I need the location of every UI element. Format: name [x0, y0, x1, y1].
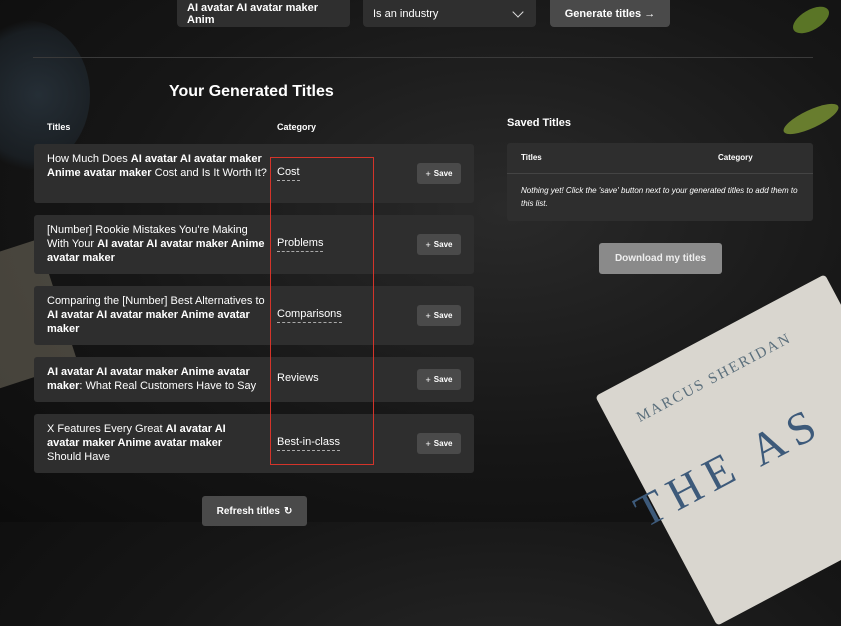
save-button[interactable]: + Save — [417, 163, 461, 184]
plus-icon: + — [425, 239, 431, 250]
title-row: [Number] Rookie Mistakes You're Making W… — [34, 215, 474, 274]
saved-column-titles: Titles — [521, 153, 542, 162]
industry-select[interactable]: Is an industry — [363, 0, 536, 27]
save-button[interactable]: + Save — [417, 234, 461, 255]
generated-titles-heading: Your Generated Titles — [169, 83, 334, 100]
category-label[interactable]: Cost — [277, 166, 300, 181]
keyword-input-value: AI avatar AI avatar maker Anim — [187, 1, 319, 26]
topbar: AI avatar AI avatar maker Anim Is an ind… — [0, 0, 841, 30]
category-label[interactable]: Reviews — [277, 372, 319, 386]
category-label[interactable]: Best-in-class — [277, 436, 340, 451]
save-button[interactable]: + Save — [417, 433, 461, 454]
title-text: How Much Does AI avatar AI avatar maker … — [47, 153, 267, 179]
refresh-titles-label: Refresh titles — [216, 505, 280, 517]
title-text: Comparing the [Number] Best Alternatives… — [47, 295, 265, 335]
save-button[interactable]: + Save — [417, 369, 461, 390]
title-text: [Number] Rookie Mistakes You're Making W… — [47, 224, 265, 264]
keyword-input[interactable]: AI avatar AI avatar maker Anim — [177, 0, 350, 27]
divider — [33, 57, 813, 58]
download-titles-label: Download my titles — [614, 253, 707, 264]
plus-icon: + — [425, 374, 431, 385]
saved-titles-heading: Saved Titles — [507, 117, 571, 129]
chevron-down-icon — [512, 5, 524, 18]
background-leaf — [780, 98, 841, 140]
title-text: X Features Every Great AI avatar AI avat… — [47, 423, 226, 463]
title-row: Comparing the [Number] Best Alternatives… — [34, 286, 474, 345]
save-button[interactable]: + Save — [417, 305, 461, 326]
plus-icon: + — [425, 310, 431, 321]
plus-icon: + — [425, 168, 431, 179]
refresh-icon: ↻ — [283, 505, 293, 517]
background-book-author: MARCUS SHERIDAN — [634, 330, 795, 426]
title-text: AI avatar AI avatar maker Anime avatar m… — [47, 366, 257, 392]
saved-table-header: Titles Category — [507, 143, 813, 174]
saved-column-category: Category — [718, 153, 753, 162]
download-titles-button[interactable]: Download my titles — [599, 243, 722, 274]
column-header-titles: Titles — [47, 122, 71, 132]
title-row: X Features Every Great AI avatar AI avat… — [34, 414, 474, 473]
saved-titles-table: Titles Category Nothing yet! Click the '… — [507, 143, 813, 221]
generate-titles-button[interactable]: Generate titles → — [550, 0, 670, 27]
plus-icon: + — [425, 438, 431, 449]
title-row: How Much Does AI avatar AI avatar maker … — [34, 144, 474, 203]
generate-titles-label: Generate titles → — [564, 7, 656, 20]
title-row: AI avatar AI avatar maker Anime avatar m… — [34, 357, 474, 402]
column-header-category: Category — [277, 122, 317, 132]
category-label[interactable]: Comparisons — [277, 308, 342, 323]
category-label[interactable]: Problems — [277, 237, 324, 252]
industry-select-value: Is an industry — [373, 7, 439, 20]
saved-empty-message: Nothing yet! Click the 'save' button nex… — [521, 186, 798, 208]
